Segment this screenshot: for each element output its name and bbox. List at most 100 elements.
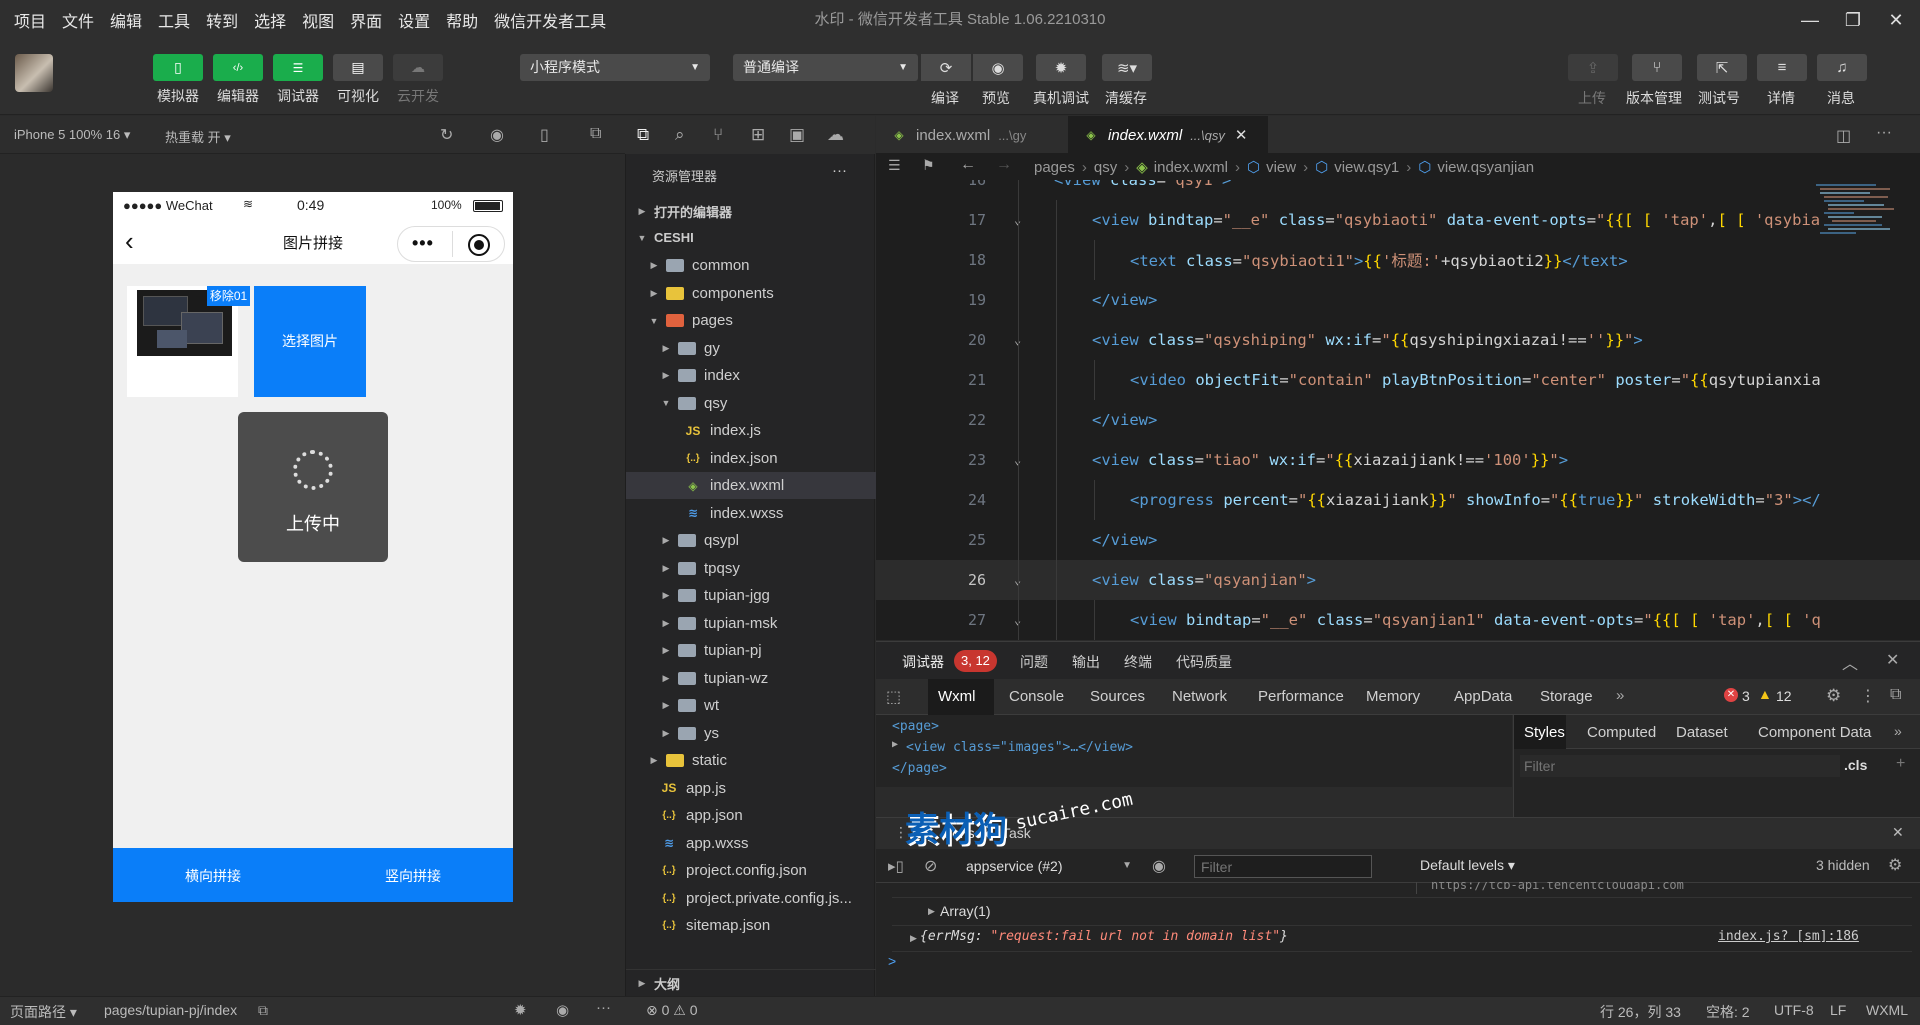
console-filter-input[interactable] bbox=[1194, 855, 1372, 878]
tab-dataset[interactable]: Dataset bbox=[1676, 724, 1728, 741]
tree-item[interactable]: {..} project.config.json bbox=[626, 857, 876, 884]
back-icon[interactable]: ← bbox=[960, 156, 976, 174]
devtools-tab[interactable]: Network bbox=[1172, 679, 1227, 715]
menu-item[interactable]: 视图 bbox=[294, 8, 342, 32]
files-icon[interactable]: ⧉ bbox=[637, 125, 649, 145]
preview-button[interactable]: ◉ bbox=[973, 54, 1023, 81]
tab-styles[interactable]: Styles bbox=[1524, 724, 1565, 741]
menu-item[interactable]: 微信开发者工具 bbox=[486, 8, 614, 32]
breadcrumb-item[interactable]: view.qsy1 bbox=[1334, 159, 1399, 176]
devtools-tab[interactable]: Performance bbox=[1258, 679, 1344, 715]
breadcrumb-item[interactable]: view.qsyanjian bbox=[1437, 159, 1534, 176]
chevron-icon[interactable]: ▶ bbox=[660, 590, 672, 601]
simulator-button[interactable]: ▯ 模拟器 bbox=[153, 54, 203, 106]
debugger-button[interactable]: ☰ 调试器 bbox=[273, 54, 323, 106]
messages-button[interactable]: ♫ bbox=[1817, 54, 1867, 81]
remove-badge[interactable]: 移除01 bbox=[207, 286, 250, 306]
devtools-tab[interactable]: Memory bbox=[1366, 679, 1420, 715]
close-window-icon[interactable]: ✕ bbox=[1881, 6, 1911, 34]
tab-index-wxml-qsy[interactable]: ◈ index.wxml ...\qsy ✕ bbox=[1068, 116, 1268, 154]
cls-toggle[interactable]: .cls bbox=[1844, 757, 1867, 773]
menu-item[interactable]: 编辑 bbox=[102, 8, 150, 32]
chevron-icon[interactable]: ▶ bbox=[660, 563, 672, 574]
upload-button[interactable]: ⇪ bbox=[1568, 54, 1618, 81]
forward-icon[interactable]: → bbox=[996, 156, 1012, 174]
tree-item[interactable]: ▶ static bbox=[626, 747, 876, 774]
visual-button[interactable]: ▤ 可视化 bbox=[333, 54, 383, 106]
breadcrumb-item[interactable]: qsy bbox=[1094, 159, 1117, 176]
open-editors-header[interactable]: ▶ 打开的编辑器 bbox=[626, 198, 876, 225]
close-tab-icon[interactable]: ✕ bbox=[1235, 126, 1248, 144]
refresh-icon[interactable]: ↻ bbox=[440, 125, 453, 145]
tree-item[interactable]: ▶ tupian-pj bbox=[626, 637, 876, 664]
cursor-position[interactable]: 行 26，列 33 bbox=[1600, 1002, 1681, 1022]
chevron-icon[interactable]: ▶ bbox=[660, 700, 672, 711]
tab-output[interactable]: 输出 bbox=[1072, 652, 1100, 672]
debugger-title[interactable]: 调试器 bbox=[902, 652, 944, 672]
indentation[interactable]: 空格: 2 bbox=[1706, 1002, 1750, 1022]
close-panel-icon[interactable]: ✕ bbox=[1886, 650, 1899, 670]
tab-code-quality[interactable]: 代码质量 bbox=[1176, 652, 1232, 672]
menu-item[interactable]: 文件 bbox=[54, 8, 102, 32]
breadcrumb-item[interactable]: view bbox=[1266, 159, 1296, 176]
kebab-menu-icon[interactable]: ⋮ bbox=[1860, 686, 1876, 706]
cloud-dev-button[interactable]: ☁ 云开发 bbox=[393, 54, 443, 106]
chevron-icon[interactable]: ▶ bbox=[648, 260, 660, 271]
mode-select[interactable]: 小程序模式 ▼ bbox=[520, 54, 710, 81]
menu-item[interactable]: 选择 bbox=[246, 8, 294, 32]
tab-index-wxml-gy[interactable]: ◈ index.wxml ...\gy bbox=[876, 116, 1056, 154]
tree-item[interactable]: ▶ tupian-wz bbox=[626, 665, 876, 692]
context-select[interactable]: appservice (#2) ▼ bbox=[966, 855, 1136, 877]
chevron-icon[interactable]: ▶ bbox=[660, 535, 672, 546]
choose-image-button[interactable]: 选择图片 bbox=[254, 286, 366, 397]
expand-triangle-icon[interactable]: ▶ bbox=[928, 906, 935, 917]
tree-item[interactable]: ≋ app.wxss bbox=[626, 830, 876, 857]
tab-problems[interactable]: 问题 bbox=[1020, 652, 1048, 672]
tree-item[interactable]: ≋ index.wxss bbox=[626, 500, 876, 527]
menu-item[interactable]: 界面 bbox=[342, 8, 390, 32]
sidebar-toggle-icon[interactable]: ▸▯ bbox=[888, 857, 904, 875]
tree-item[interactable]: {..} index.json bbox=[626, 445, 876, 472]
dock-icon[interactable]: ⧉ bbox=[1890, 686, 1901, 704]
tree-item[interactable]: ▼ qsy bbox=[626, 390, 876, 417]
bookmark-icon[interactable]: ⚑ bbox=[922, 157, 935, 174]
phone-icon[interactable]: ▯ bbox=[540, 125, 549, 145]
language-mode[interactable]: WXML bbox=[1866, 1002, 1908, 1018]
devtools-tab[interactable]: Console bbox=[1009, 679, 1064, 715]
console-error-object[interactable]: {errMsg: "request:fail url not in domain… bbox=[920, 929, 1288, 944]
chevron-icon[interactable]: ▼ bbox=[660, 398, 672, 408]
tab-computed[interactable]: Computed bbox=[1587, 724, 1656, 741]
horizontal-join-button[interactable]: 横向拼接 bbox=[113, 866, 313, 886]
tree-item[interactable]: ◈ index.wxml bbox=[626, 472, 876, 499]
details-button[interactable]: ≡ bbox=[1757, 54, 1807, 81]
more-dots-icon[interactable]: ••• bbox=[412, 233, 434, 254]
minimize-icon[interactable]: — bbox=[1795, 6, 1825, 34]
tree-item[interactable]: ▶ gy bbox=[626, 335, 876, 362]
styles-filter-input[interactable] bbox=[1520, 755, 1840, 777]
tree-item[interactable]: ▶ tupian-msk bbox=[626, 610, 876, 637]
tree-item[interactable]: JS index.js bbox=[626, 417, 876, 444]
vertical-join-button[interactable]: 竖向拼接 bbox=[313, 866, 513, 886]
clear-console-icon[interactable]: ⊘ bbox=[924, 856, 937, 876]
git-icon[interactable]: ⑂ bbox=[713, 125, 723, 145]
line-ending[interactable]: LF bbox=[1830, 1002, 1846, 1018]
image-thumbnail[interactable]: 移除01 bbox=[127, 286, 250, 397]
list-icon[interactable]: ☰ bbox=[888, 157, 901, 174]
test-account-button[interactable]: ⇱ bbox=[1697, 54, 1747, 81]
tab-terminal[interactable]: 终端 bbox=[1124, 652, 1152, 672]
copy-icon[interactable]: ⧉ bbox=[258, 1002, 268, 1019]
menu-item[interactable]: 工具 bbox=[150, 8, 198, 32]
tree-item[interactable]: ▶ ys bbox=[626, 720, 876, 747]
device-select[interactable]: iPhone 5 100% 16 ▾ bbox=[14, 127, 130, 143]
chevron-icon[interactable]: ▶ bbox=[660, 618, 672, 629]
detach-window-icon[interactable]: ⧉ bbox=[590, 125, 601, 143]
expand-triangle-icon[interactable]: ▶ bbox=[910, 933, 917, 944]
tree-item[interactable]: ▼ pages bbox=[626, 307, 876, 334]
project-header[interactable]: ▼ CESHI bbox=[626, 224, 876, 251]
stop-icon[interactable]: ◉ bbox=[490, 125, 504, 145]
chevron-icon[interactable]: ▶ bbox=[660, 343, 672, 354]
live-expression-eye-icon[interactable]: ◉ bbox=[1152, 856, 1166, 876]
tree-item[interactable]: ▶ wt bbox=[626, 692, 876, 719]
wxml-node-page[interactable]: <page> bbox=[892, 719, 939, 734]
compile-select[interactable]: 普通编译 ▼ bbox=[733, 54, 918, 81]
